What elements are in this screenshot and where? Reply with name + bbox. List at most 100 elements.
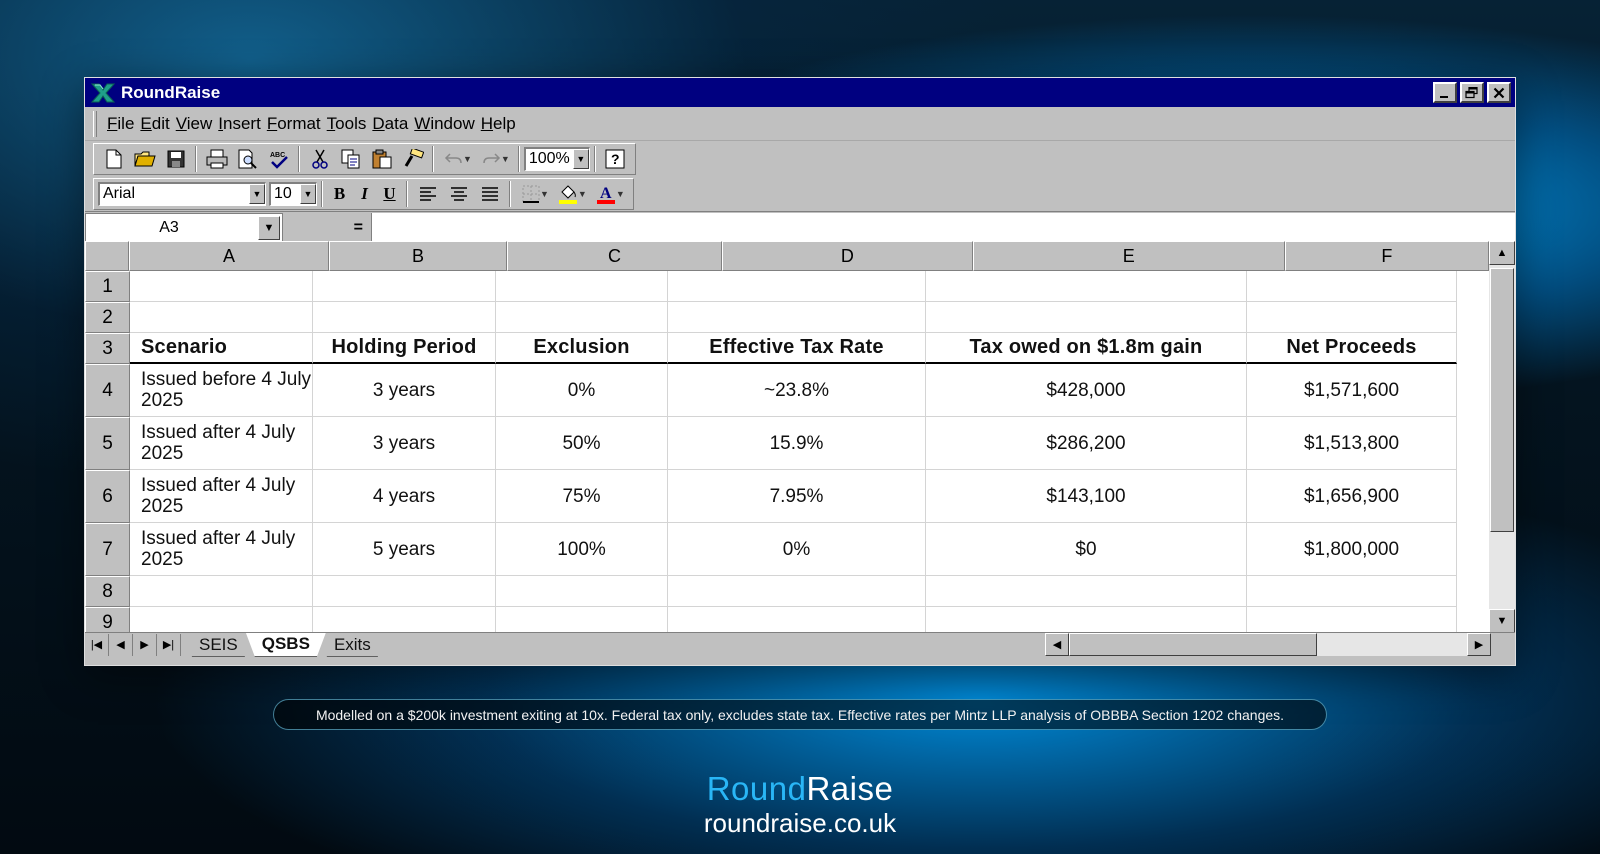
grid-cell[interactable]: $286,200 [926,417,1247,470]
grid-cell[interactable] [313,302,496,333]
formula-input[interactable] [371,212,1515,243]
row-header[interactable]: 8 [85,576,130,607]
font-size-select[interactable]: 10 ▼ [269,181,317,206]
italic-button[interactable]: I [352,181,377,207]
grid-cell[interactable] [496,576,668,607]
grid-cell[interactable] [668,271,926,302]
row-header[interactable]: 4 [85,364,130,417]
grid-cell[interactable]: $1,656,900 [1247,470,1457,523]
grid-cell[interactable]: 15.9% [668,417,926,470]
font-select[interactable]: Arial ▼ [98,181,266,206]
grid-cell[interactable]: 0% [496,364,668,417]
grid-cell[interactable] [496,271,668,302]
next-sheet-icon[interactable]: ▶ [133,633,157,656]
grid-cell[interactable]: $0 [926,523,1247,576]
grid-cell[interactable] [926,607,1247,633]
horizontal-scrollbar[interactable]: ◀ ▶ [1045,633,1491,656]
column-header-f[interactable]: F [1284,241,1490,271]
grid-cell[interactable]: $1,800,000 [1247,523,1457,576]
grid-cell[interactable]: $143,100 [926,470,1247,523]
grid-cell[interactable] [130,302,313,333]
row-header[interactable]: 2 [85,302,130,333]
grid-cell[interactable]: 4 years [313,470,496,523]
underline-button[interactable]: U [377,181,402,207]
grid-cell[interactable] [668,607,926,633]
menu-window[interactable]: Window [414,114,474,134]
grid-cell[interactable]: Exclusion [496,333,668,364]
grid-cell[interactable]: Issued after 4 July 2025 [130,417,313,470]
menu-file[interactable]: File [107,114,134,134]
grid-cell[interactable]: Issued before 4 July 2025 [130,364,313,417]
grid-cell[interactable]: Issued after 4 July 2025 [130,523,313,576]
restore-button[interactable] [1460,82,1484,103]
equals-sign[interactable]: = [283,219,371,237]
column-header-c[interactable]: C [507,241,722,271]
grid-cell[interactable] [313,576,496,607]
grid-cell[interactable]: Scenario [130,333,313,364]
redo-dropdown-icon[interactable]: ▼ [501,154,510,164]
row-header[interactable]: 1 [85,271,130,302]
chevron-down-icon[interactable]: ▼ [258,215,280,240]
grid-cell[interactable] [926,271,1247,302]
grid-cell[interactable] [313,271,496,302]
grid-cell[interactable]: $1,513,800 [1247,417,1457,470]
name-box[interactable]: A3 ▼ [85,212,283,243]
horizontal-scroll-thumb[interactable] [1069,633,1317,656]
grid-cell[interactable]: 5 years [313,523,496,576]
vertical-scrollbar[interactable]: ▲ ▼ [1489,241,1515,633]
borders-dropdown-icon[interactable]: ▼ [540,189,549,199]
grid-cell[interactable]: 7.95% [668,470,926,523]
grid-cell[interactable] [130,271,313,302]
spelling-check-icon[interactable]: ABC [263,145,294,173]
undo-dropdown-icon[interactable]: ▼ [463,154,472,164]
sheet-tab-qsbs[interactable]: QSBS [246,633,326,657]
fill-color-dropdown-icon[interactable]: ▼ [578,189,587,199]
grid-cell[interactable]: Effective Tax Rate [668,333,926,364]
close-button[interactable] [1487,82,1511,103]
first-sheet-icon[interactable]: |◀ [85,633,109,656]
minimize-button[interactable] [1433,82,1457,103]
column-header-b[interactable]: B [329,241,508,271]
menu-insert[interactable]: Insert [218,114,261,134]
column-header-d[interactable]: D [721,241,973,271]
grid-cell[interactable] [1247,302,1457,333]
last-sheet-icon[interactable]: ▶| [157,633,181,656]
menu-data[interactable]: Data [372,114,408,134]
print-icon[interactable] [201,145,232,173]
sheet-tab-seis[interactable]: SEIS [183,635,254,657]
grid-cell[interactable] [496,302,668,333]
grid-cell[interactable] [1247,607,1457,633]
menu-format[interactable]: Format [267,114,321,134]
format-painter-icon[interactable] [397,145,428,173]
row-header[interactable]: 3 [85,333,130,364]
previous-sheet-icon[interactable]: ◀ [109,633,133,656]
bold-button[interactable]: B [327,181,352,207]
menu-help[interactable]: Help [481,114,516,134]
grid-cell[interactable]: 3 years [313,417,496,470]
grid-cell[interactable]: Issued after 4 July 2025 [130,470,313,523]
print-preview-icon[interactable] [232,145,263,173]
menu-edit[interactable]: Edit [140,114,169,134]
help-button[interactable]: ? [600,145,631,173]
grid-cell[interactable]: $428,000 [926,364,1247,417]
scroll-up-arrow-icon[interactable]: ▲ [1489,241,1515,265]
chevron-down-icon[interactable]: ▼ [249,184,265,204]
grid-cell[interactable] [668,302,926,333]
save-disk-icon[interactable] [160,145,191,173]
copy-icon[interactable] [335,145,366,173]
grid-cell[interactable] [130,607,313,633]
sheet-tab-exits[interactable]: Exits [318,635,387,657]
grid-cell[interactable]: 100% [496,523,668,576]
grid-cell[interactable] [926,576,1247,607]
grid-cell[interactable] [668,576,926,607]
grid-cell[interactable]: ~23.8% [668,364,926,417]
grid-cell[interactable]: Tax owed on $1.8m gain [926,333,1247,364]
menu-tools[interactable]: Tools [327,114,367,134]
zoom-select[interactable]: 100% ▼ [523,146,590,171]
cut-scissors-icon[interactable] [304,145,335,173]
scroll-down-arrow-icon[interactable]: ▼ [1489,609,1515,633]
open-folder-icon[interactable] [129,145,160,173]
grid-cell[interactable]: $1,571,600 [1247,364,1457,417]
grid-cell[interactable] [926,302,1247,333]
vertical-scroll-thumb[interactable] [1490,268,1514,532]
